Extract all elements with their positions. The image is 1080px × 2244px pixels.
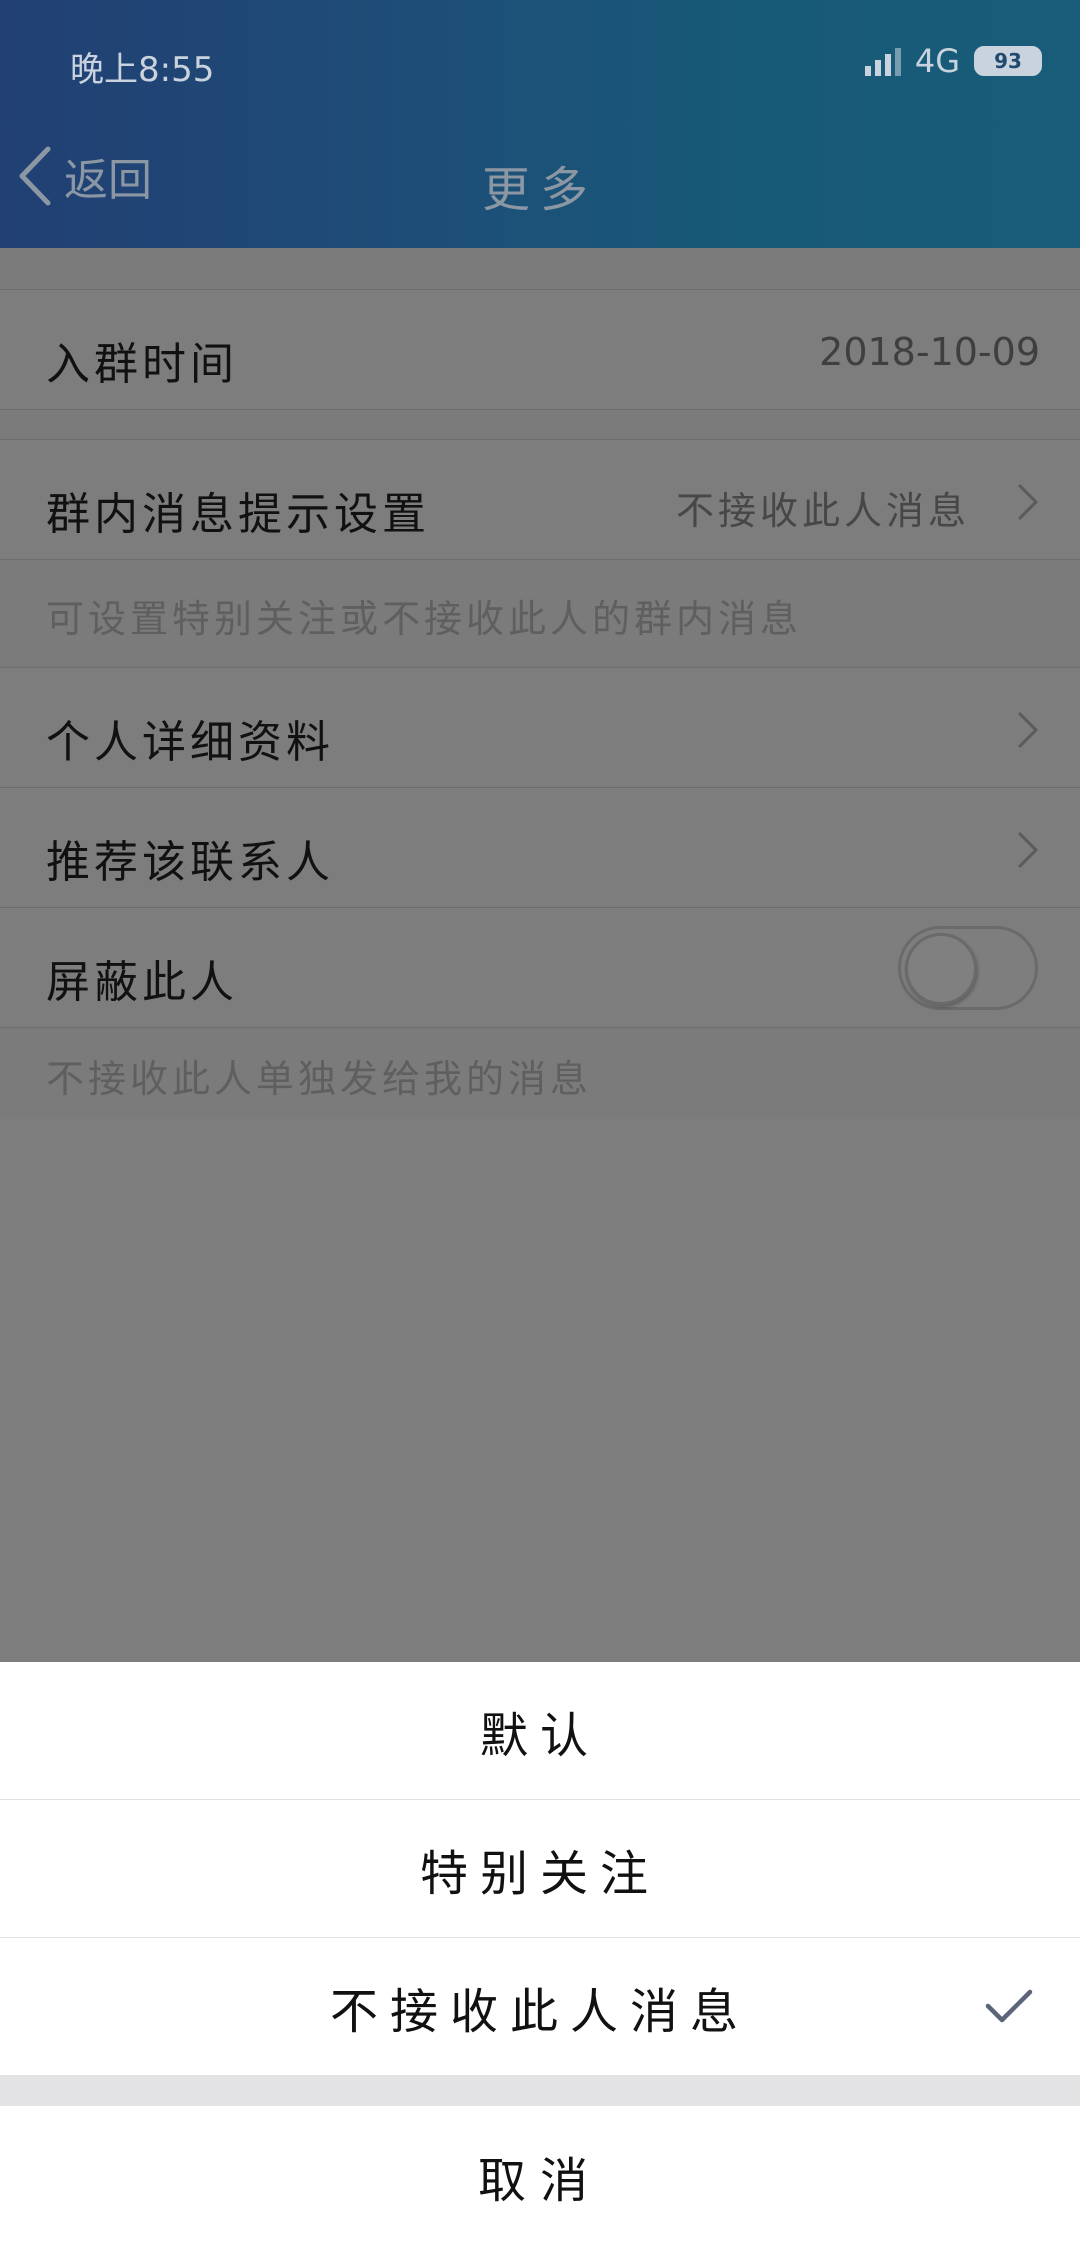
toggle-knob <box>905 933 977 1005</box>
battery-icon: 93 <box>974 46 1042 76</box>
status-bar: 晚上8:55 4G 93 <box>0 38 1080 90</box>
nav-bar: 返回 更多 <box>0 130 1080 230</box>
msg-setting-row[interactable]: 群内消息提示设置 不接收此人消息 <box>0 440 1080 560</box>
block-hint-text: 不接收此人单独发给我的消息 <box>46 1057 593 1101</box>
block-label: 屏蔽此人 <box>46 957 238 1008</box>
action-sheet: 默认 特别关注 不接收此人消息 取消 <box>0 1662 1080 2244</box>
profile-label: 个人详细资料 <box>46 717 334 768</box>
chevron-right-icon <box>1018 832 1038 868</box>
block-hint: 不接收此人单独发给我的消息 <box>0 1028 1080 1118</box>
header: 晚上8:55 4G 93 返回 更多 <box>0 0 1080 248</box>
join-time-value: 2018-10-09 <box>819 330 1040 374</box>
msg-setting-label: 群内消息提示设置 <box>46 489 430 540</box>
section-gap <box>0 410 1080 440</box>
network-type: 4G <box>914 42 960 80</box>
msg-setting-hint: 可设置特别关注或不接收此人的群内消息 <box>0 560 1080 668</box>
option-label: 默认 <box>479 1707 600 1764</box>
cancel-button[interactable]: 取消 <box>0 2106 1080 2244</box>
option-special-follow[interactable]: 特别关注 <box>0 1800 1080 1938</box>
cancel-label: 取消 <box>477 2152 602 2209</box>
recommend-label: 推荐该联系人 <box>46 837 334 888</box>
block-toggle[interactable] <box>898 926 1038 1010</box>
status-right: 4G 93 <box>864 42 1042 80</box>
msg-setting-hint-text: 可设置特别关注或不接收此人的群内消息 <box>46 597 803 641</box>
settings-list: 入群时间 2018-10-09 群内消息提示设置 不接收此人消息 可设置特别关注… <box>0 248 1080 1118</box>
option-block-messages[interactable]: 不接收此人消息 <box>0 1938 1080 2076</box>
chevron-right-icon <box>1018 712 1038 748</box>
recommend-row[interactable]: 推荐该联系人 <box>0 788 1080 908</box>
join-time-row: 入群时间 2018-10-09 <box>0 290 1080 410</box>
section-gap <box>0 248 1080 290</box>
sheet-separator <box>0 2076 1080 2106</box>
profile-row[interactable]: 个人详细资料 <box>0 668 1080 788</box>
status-time: 晚上8:55 <box>70 50 215 90</box>
option-label: 不接收此人消息 <box>329 1983 750 2040</box>
option-label: 特别关注 <box>419 1845 660 1902</box>
checkmark-icon <box>985 1989 1033 2023</box>
block-row: 屏蔽此人 <box>0 908 1080 1028</box>
join-time-label: 入群时间 <box>46 339 238 390</box>
signal-icon <box>864 46 901 76</box>
page-title: 更多 <box>481 162 598 218</box>
chevron-right-icon <box>1018 484 1038 520</box>
option-default[interactable]: 默认 <box>0 1662 1080 1800</box>
msg-setting-value: 不接收此人消息 <box>675 489 970 533</box>
